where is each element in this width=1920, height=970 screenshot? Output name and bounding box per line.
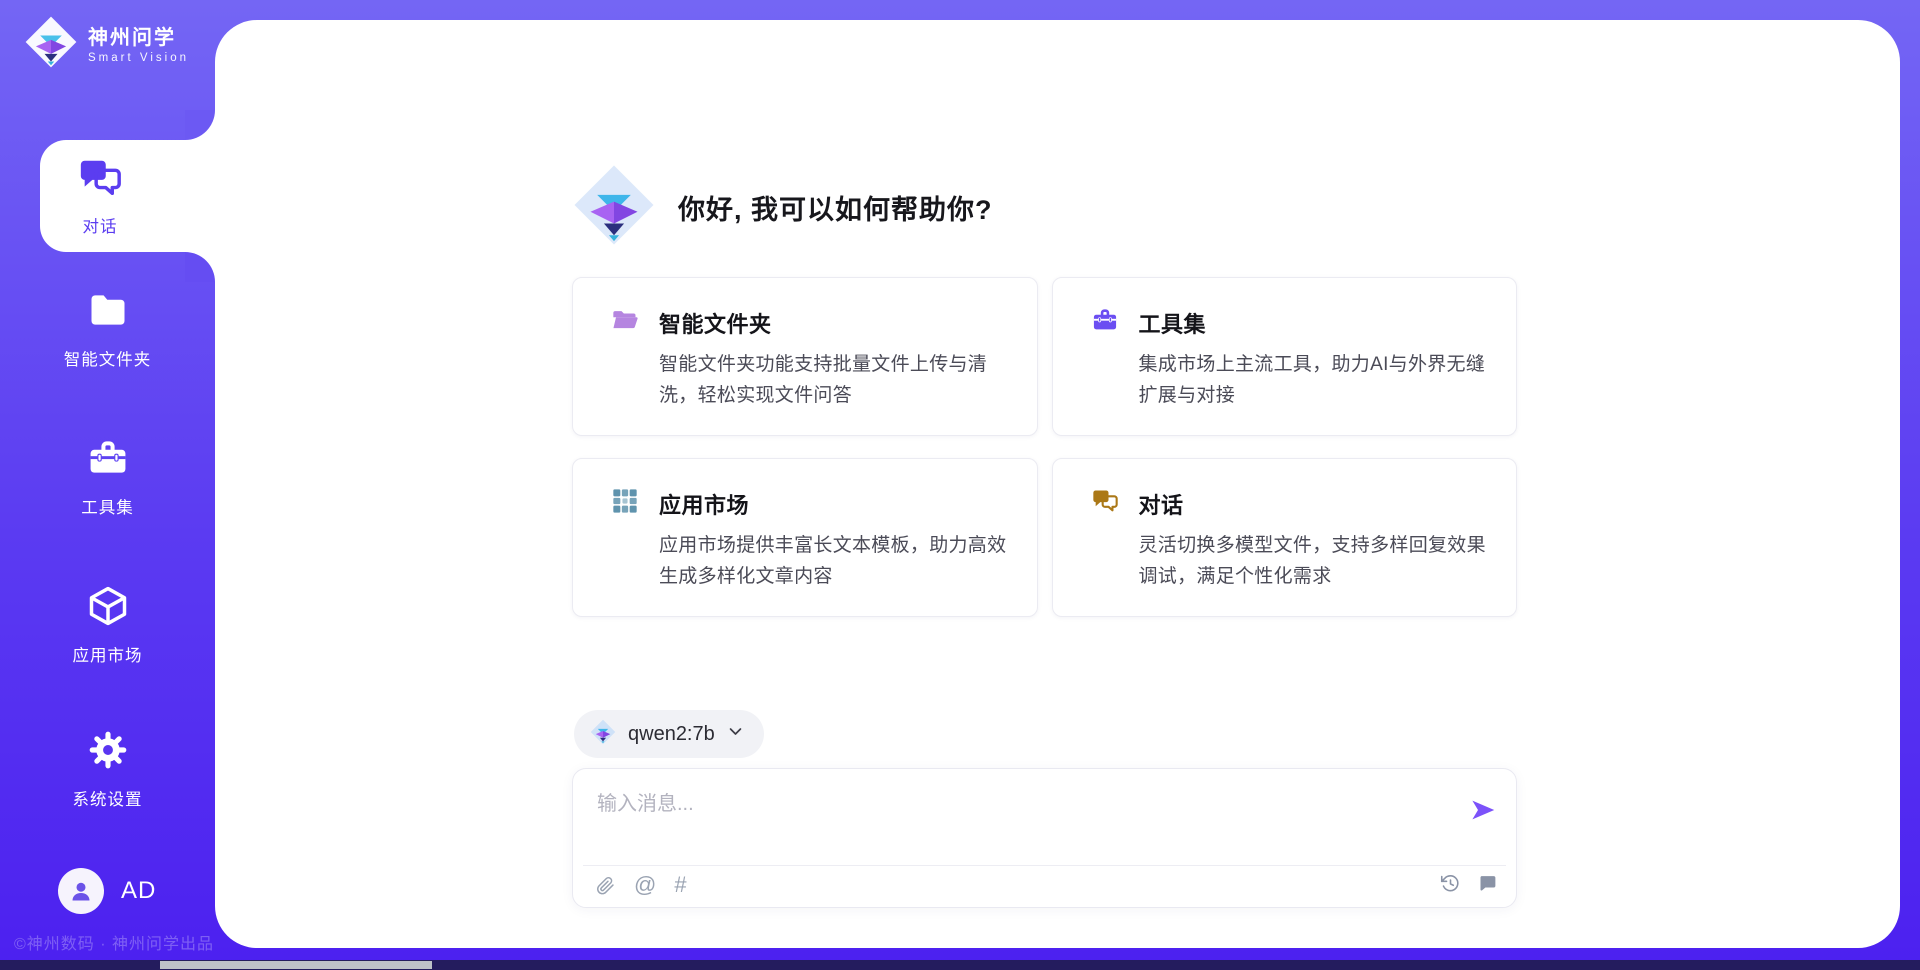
user-profile[interactable]: AD — [58, 868, 156, 914]
chat-icon — [77, 155, 123, 206]
greeting-text: 你好, 我可以如何帮助你? — [678, 188, 993, 227]
card-description: 智能文件夹功能支持批量文件上传与清洗，轻松实现文件问答 — [659, 349, 1011, 411]
horizontal-scrollbar[interactable] — [160, 961, 432, 969]
card-description: 灵活切换多模型文件，支持多样回复效果调试，满足个性化需求 — [1139, 530, 1491, 592]
diamond-logo-icon — [590, 719, 616, 750]
main-surface: 你好, 我可以如何帮助你? 智能文件夹 智能文件夹功能支持批量文件上传与清洗，轻… — [215, 20, 1900, 948]
gear-icon — [86, 728, 130, 777]
feature-cards: 智能文件夹 智能文件夹功能支持批量文件上传与清洗，轻松实现文件问答 — [572, 277, 1517, 617]
chat-icon — [1091, 487, 1119, 520]
grid-icon — [611, 487, 639, 520]
sidebar-item-app-market[interactable]: 应用市场 — [0, 584, 215, 666]
card-description: 应用市场提供丰富长文本模板，助力高效生成多样化文章内容 — [659, 530, 1011, 592]
card-title: 智能文件夹 — [659, 307, 772, 339]
brand-diamond-icon — [24, 15, 78, 74]
sidebar-item-label: 对话 — [83, 213, 118, 237]
toolbox-icon — [86, 436, 130, 485]
card-toolset[interactable]: 工具集 集成市场上主流工具，助力AI与外界无缝扩展与对接 — [1052, 277, 1518, 436]
sidebar-item-label: 工具集 — [81, 494, 134, 518]
brand-logo: 神州问学 Smart Vision — [24, 15, 189, 74]
model-selector[interactable]: qwen2:7b — [574, 710, 764, 758]
avatar — [58, 868, 104, 914]
sidebar-item-smart-folder[interactable]: 智能文件夹 — [0, 288, 215, 370]
card-title: 对话 — [1139, 488, 1184, 520]
hash-icon[interactable]: # — [674, 873, 686, 897]
tab-curve-bottom — [185, 252, 215, 282]
card-smart-folder[interactable]: 智能文件夹 智能文件夹功能支持批量文件上传与清洗，轻松实现文件问答 — [572, 277, 1038, 436]
greeting: 你好, 我可以如何帮助你? — [572, 163, 993, 252]
brand-subtitle: Smart Vision — [88, 52, 189, 64]
diamond-logo-icon — [572, 163, 656, 252]
toolbox-icon — [1091, 306, 1119, 339]
model-name: qwen2:7b — [628, 723, 715, 746]
card-description: 集成市场上主流工具，助力AI与外界无缝扩展与对接 — [1139, 349, 1491, 411]
chevron-down-icon — [727, 723, 744, 745]
card-app-market[interactable]: 应用市场 应用市场提供丰富长文本模板，助力高效生成多样化文章内容 — [572, 458, 1038, 617]
sidebar-item-label: 应用市场 — [73, 642, 143, 666]
card-title: 工具集 — [1139, 307, 1207, 339]
sidebar-item-label: 系统设置 — [73, 786, 143, 810]
attach-icon[interactable] — [595, 875, 616, 896]
send-icon[interactable] — [1468, 795, 1498, 825]
user-initials: AD — [121, 877, 156, 905]
card-title: 应用市场 — [659, 488, 749, 520]
tab-curve-top — [185, 110, 215, 140]
brand-name: 神州问学 — [88, 26, 189, 50]
message-input[interactable] — [597, 787, 1437, 841]
history-icon[interactable] — [1440, 873, 1461, 894]
sidebar-item-chat[interactable]: 对话 — [40, 140, 215, 252]
folder-open-icon — [611, 306, 639, 339]
cube-icon — [86, 584, 130, 633]
mention-icon[interactable]: @ — [634, 873, 656, 897]
comment-icon[interactable] — [1477, 873, 1498, 894]
message-composer: @ # — [572, 768, 1517, 908]
sidebar-item-settings[interactable]: 系统设置 — [0, 728, 215, 810]
copyright-text: ©神州数码 · 神州问学出品 — [14, 930, 214, 954]
folder-icon — [86, 288, 130, 337]
sidebar-item-label: 智能文件夹 — [64, 346, 152, 370]
sidebar-item-toolset[interactable]: 工具集 — [0, 436, 215, 518]
sidebar: 神州问学 Smart Vision 对话 智能文件夹 — [0, 0, 215, 970]
card-chat[interactable]: 对话 灵活切换多模型文件，支持多样回复效果调试，满足个性化需求 — [1052, 458, 1518, 617]
composer-divider — [583, 865, 1506, 866]
